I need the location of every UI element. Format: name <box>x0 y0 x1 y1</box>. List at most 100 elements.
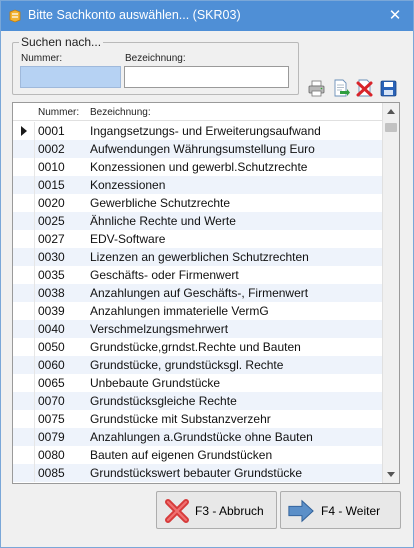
table-row[interactable]: 0065 Unbebaute Grundstücke <box>13 374 383 392</box>
search-group-legend: Suchen nach... <box>19 35 104 49</box>
delete-icon[interactable] <box>355 79 374 98</box>
table-row[interactable]: 0079 Anzahlungen a.Grundstücke ohne Baute… <box>13 428 383 446</box>
account-name-cell: Ähnliche Rechte und Werte <box>90 214 236 228</box>
grid-header: Nummer: Bezeichnung: <box>13 103 383 121</box>
table-row[interactable]: 0040 Verschmelzungsmehrwert <box>13 320 383 338</box>
weiter-button[interactable]: F4 - Weiter <box>280 491 401 529</box>
close-button[interactable]: ✕ <box>385 7 405 25</box>
row-indicator-cell <box>13 464 35 482</box>
account-name-cell: Bauten auf eigenen Grundstücken <box>90 448 273 462</box>
row-indicator-cell <box>13 248 35 266</box>
row-indicator-cell <box>13 266 35 284</box>
account-name-cell: Unbebaute Grundstücke <box>90 376 221 390</box>
account-name-cell: Konzessionen und gewerbl.Schutzrechte <box>90 160 308 174</box>
app-icon <box>9 9 21 23</box>
arrow-right-icon <box>288 499 314 523</box>
table-row[interactable]: 0020 Gewerbliche Schutzrechte <box>13 194 383 212</box>
account-number-cell: 0038 <box>38 286 65 300</box>
row-indicator-cell <box>13 158 35 176</box>
table-row[interactable]: 0060 Grundstücke, grundstücksgl. Rechte <box>13 356 383 374</box>
row-indicator-cell <box>13 374 35 392</box>
scroll-thumb[interactable] <box>385 123 397 132</box>
row-indicator-cell <box>13 176 35 194</box>
account-name-cell: Grundstückswert bebauter Grundstücke <box>90 466 303 480</box>
account-name-cell: Grundstücke mit Substanzverzehr <box>90 412 271 426</box>
bezeichnung-label: Bezeichnung: <box>125 53 186 64</box>
account-number-cell: 0027 <box>38 232 65 246</box>
column-header-bezeichnung[interactable]: Bezeichnung: <box>90 107 151 118</box>
row-indicator-cell <box>13 320 35 338</box>
column-header-nummer[interactable]: Nummer: <box>38 107 79 118</box>
table-row[interactable]: 0035 Geschäfts- oder Firmenwert <box>13 266 383 284</box>
account-number-cell: 0040 <box>38 322 65 336</box>
table-row[interactable]: 0030 Lizenzen an gewerblichen Schutzrecht… <box>13 248 383 266</box>
close-icon: ✕ <box>388 7 402 24</box>
cancel-x-icon <box>165 499 189 523</box>
header-indicator-cell <box>13 103 35 121</box>
scroll-up-arrow-icon[interactable] <box>383 103 399 120</box>
table-row[interactable]: 0075 Grundstücke mit Substanzverzehr <box>13 410 383 428</box>
account-number-cell: 0039 <box>38 304 65 318</box>
account-number-cell: 0010 <box>38 160 65 174</box>
save-icon[interactable] <box>379 79 398 98</box>
table-row[interactable]: 0039 Anzahlungen immaterielle VermG <box>13 302 383 320</box>
table-row[interactable]: 0001 Ingangsetzungs- und Erweiterungsaufw… <box>13 122 383 140</box>
account-number-cell: 0050 <box>38 340 65 354</box>
account-name-cell: Grundstücke,grndst.Rechte und Bauten <box>90 340 301 354</box>
table-row[interactable]: 0015 Konzessionen <box>13 176 383 194</box>
export-icon[interactable] <box>331 79 350 98</box>
account-number-cell: 0070 <box>38 394 65 408</box>
dialog-window: Bitte Sachkonto auswählen... (SKR03) ✕ S… <box>0 0 414 548</box>
row-indicator-cell <box>13 284 35 302</box>
row-indicator-cell <box>13 356 35 374</box>
account-name-cell: Geschäfts- oder Firmenwert <box>90 268 239 282</box>
bezeichnung-search-input[interactable] <box>124 66 289 88</box>
vertical-scrollbar[interactable] <box>382 103 399 483</box>
account-name-cell: Anzahlungen auf Geschäfts-, Firmenwert <box>90 286 309 300</box>
nummer-search-input[interactable] <box>20 66 121 88</box>
table-row[interactable]: 0010 Konzessionen und gewerbl.Schutzrecht… <box>13 158 383 176</box>
account-name-cell: Grundstücksgleiche Rechte <box>90 394 237 408</box>
abbruch-button[interactable]: F3 - Abbruch <box>156 491 277 529</box>
account-name-cell: EDV-Software <box>90 232 166 246</box>
table-row[interactable]: 0080 Bauten auf eigenen Grundstücken <box>13 446 383 464</box>
accounts-grid: Nummer: Bezeichnung: 0001 Ingangsetzungs-… <box>12 102 400 484</box>
account-number-cell: 0085 <box>38 466 65 480</box>
row-indicator-cell <box>13 212 35 230</box>
title-bar[interactable]: Bitte Sachkonto auswählen... (SKR03) ✕ <box>1 1 413 31</box>
account-number-cell: 0001 <box>38 124 65 138</box>
print-icon[interactable] <box>307 79 326 98</box>
row-indicator-cell <box>13 392 35 410</box>
account-number-cell: 0035 <box>38 268 65 282</box>
table-row[interactable]: 0085 Grundstückswert bebauter Grundstücke <box>13 464 383 482</box>
table-row[interactable]: 0070 Grundstücksgleiche Rechte <box>13 392 383 410</box>
account-number-cell: 0060 <box>38 358 65 372</box>
account-number-cell: 0079 <box>38 430 65 444</box>
account-number-cell: 0065 <box>38 376 65 390</box>
account-name-cell: Aufwendungen Währungsumstellung Euro <box>90 142 315 156</box>
account-number-cell: 0020 <box>38 196 65 210</box>
table-row[interactable]: 0025 Ähnliche Rechte und Werte <box>13 212 383 230</box>
table-row[interactable]: 0002 Aufwendungen Währungsumstellung Euro <box>13 140 383 158</box>
row-indicator-cell <box>13 230 35 248</box>
scroll-down-arrow-icon[interactable] <box>383 466 399 483</box>
table-row[interactable]: 0027 EDV-Software <box>13 230 383 248</box>
row-indicator-cell <box>13 446 35 464</box>
account-number-cell: 0075 <box>38 412 65 426</box>
table-row[interactable]: 0038 Anzahlungen auf Geschäfts-, Firmenwe… <box>13 284 383 302</box>
window-title: Bitte Sachkonto auswählen... (SKR03) <box>28 8 241 22</box>
account-name-cell: Gewerbliche Schutzrechte <box>90 196 231 210</box>
account-name-cell: Anzahlungen a.Grundstücke ohne Bauten <box>90 430 313 444</box>
table-row[interactable]: 0050 Grundstücke,grndst.Rechte und Bauten <box>13 338 383 356</box>
nummer-label: Nummer: <box>21 53 63 64</box>
account-name-cell: Verschmelzungsmehrwert <box>90 322 229 336</box>
account-number-cell: 0002 <box>38 142 65 156</box>
search-group: Suchen nach... Nummer: Bezeichnung: <box>12 35 299 95</box>
account-number-cell: 0080 <box>38 448 65 462</box>
account-number-cell: 0025 <box>38 214 65 228</box>
account-number-cell: 0015 <box>38 178 65 192</box>
row-indicator-cell <box>13 194 35 212</box>
toolbar <box>307 79 399 99</box>
row-indicator-cell <box>13 410 35 428</box>
row-indicator-cell <box>13 338 35 356</box>
